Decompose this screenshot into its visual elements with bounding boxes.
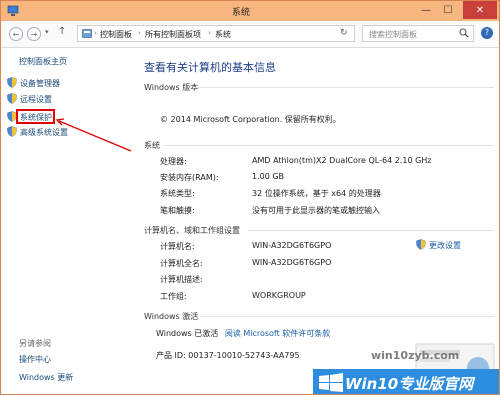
activation-status-text: Windows 已激活 [156, 329, 219, 338]
pen-touch-value: 没有可用于此显示器的笔或触控输入 [252, 206, 380, 215]
activation-heading: Windows 激活 [144, 312, 199, 321]
shield-icon [7, 77, 17, 88]
help-icon[interactable]: ? [481, 27, 493, 39]
ram-value: 1.00 GB [252, 172, 285, 181]
shield-icon [7, 126, 17, 137]
ram-label: 安装内存(RAM): [160, 173, 219, 182]
search-icon[interactable] [459, 28, 469, 38]
system-window: 系统 — ☐ ✕ ← → ▾ ↑ › 控制面板 › 所有控制面板项 › 系统 ▾… [0, 0, 500, 395]
shield-icon [416, 239, 426, 250]
processor-value: AMD Athlon(tm)X2 DualCore QL-64 2.10 GHz [252, 156, 432, 165]
sidebar-home-link[interactable]: 控制面板主页 [19, 56, 67, 67]
recent-locations-icon[interactable]: ▾ [45, 28, 49, 36]
sidebar-item-label: 设备管理器 [20, 79, 60, 88]
license-terms-link[interactable]: 阅读 Microsoft 软件许可条款 [225, 329, 331, 338]
action-center-link[interactable]: 操作中心 [19, 354, 51, 365]
sidebar-item-label: 远程设置 [20, 95, 52, 104]
computer-name-value: WIN-A32DG6T6GPO [252, 241, 332, 250]
breadcrumb-separator-icon: › [208, 29, 211, 37]
full-name-value: WIN-A32DG6T6GPO [252, 258, 332, 267]
copyright-text: © 2014 Microsoft Corporation. 保留所有权利。 [160, 115, 341, 124]
section-divider [200, 316, 494, 317]
computer-name-label: 计算机名: [160, 242, 195, 251]
highlight-box [16, 109, 55, 124]
sidebar: 控制面板主页 设备管理器 远程设置 系统保护 高级系统设置 另请参阅 操作中心 … [1, 48, 132, 394]
section-divider [194, 87, 494, 88]
activation-status: Windows 已激活 阅读 Microsoft 软件许可条款 [156, 328, 330, 339]
control-panel-icon [82, 29, 92, 38]
navigation-bar: ← → ▾ ↑ › 控制面板 › 所有控制面板项 › 系统 ▾ ↻ 搜索控制面板… [1, 21, 499, 48]
workgroup-value: WORKGROUP [252, 291, 306, 300]
watermark-url: win10zyb.com [371, 349, 460, 362]
breadcrumb-separator-icon: › [138, 29, 141, 37]
main-content: 查看有关计算机的基本信息 Windows 版本 © 2014 Microsoft… [132, 48, 499, 394]
breadcrumb-separator-icon: › [94, 29, 97, 37]
window-title: 系统 [231, 8, 250, 18]
shield-icon [7, 93, 17, 104]
title-bar: 系统 — ☐ ✕ [1, 1, 499, 21]
watermark-text: Win10专业版官网 [345, 375, 474, 393]
computer-heading: 计算机名、域和工作组设置 [144, 226, 240, 235]
breadcrumb-all-items[interactable]: 所有控制面板项 [145, 29, 201, 40]
breadcrumb-system[interactable]: 系统 [215, 29, 231, 40]
workgroup-label: 工作组: [160, 292, 187, 301]
refresh-icon[interactable]: ↻ [340, 28, 348, 38]
minimize-button[interactable]: — [415, 1, 437, 19]
description-label: 计算机描述: [160, 275, 203, 284]
forward-button[interactable]: → [27, 27, 41, 41]
system-type-label: 系统类型: [160, 189, 195, 198]
back-button[interactable]: ← [9, 27, 23, 41]
maximize-button[interactable]: ☐ [437, 1, 459, 19]
sidebar-item-label: 高级系统设置 [20, 128, 68, 137]
pen-touch-label: 笔和触摸: [160, 206, 195, 215]
search-placeholder: 搜索控制面板 [369, 30, 417, 39]
up-arrow-icon[interactable]: ↑ [58, 26, 66, 37]
processor-label: 处理器: [160, 157, 187, 166]
edition-heading: Windows 版本 [144, 83, 199, 92]
product-id: 产品 ID: 00137-10010-52743-AA795 [156, 351, 300, 360]
windows-logo-icon [319, 373, 343, 392]
section-divider [248, 230, 494, 231]
windows-update-link[interactable]: Windows 更新 [19, 372, 73, 383]
breadcrumb-control-panel[interactable]: 控制面板 [100, 29, 132, 40]
close-button[interactable]: ✕ [463, 1, 497, 19]
see-also-heading: 另请参阅 [19, 339, 51, 348]
section-divider [164, 145, 494, 146]
page-title: 查看有关计算机的基本信息 [144, 61, 276, 74]
address-bar[interactable]: › 控制面板 › 所有控制面板项 › 系统 ▾ ↻ [77, 25, 400, 42]
system-type-value: 32 位操作系统，基于 x64 的处理器 [252, 189, 381, 198]
full-name-label: 计算机全名: [160, 259, 203, 268]
change-settings-label: 更改设置 [429, 241, 461, 250]
search-box[interactable]: 搜索控制面板 [362, 25, 474, 42]
system-heading: 系统 [144, 141, 160, 150]
